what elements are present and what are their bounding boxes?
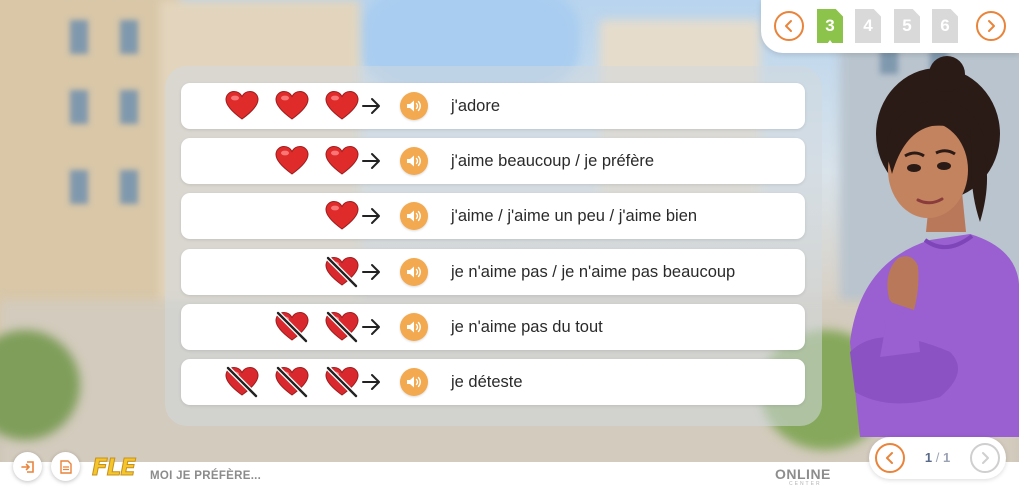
arrow-right-icon <box>361 316 381 338</box>
page-tile-4[interactable]: 4 <box>855 9 881 43</box>
heart-icon <box>275 145 309 177</box>
arrow-right-icon <box>361 150 381 172</box>
page-tile-label: 3 <box>825 16 835 35</box>
heart-rating <box>207 193 359 239</box>
phrase-row: j'adore <box>181 83 805 129</box>
crossed-heart-icon <box>225 365 259 399</box>
exit-icon <box>20 460 34 473</box>
speaker-icon <box>407 155 421 167</box>
phrase-row: je déteste <box>181 359 805 405</box>
next-slide-button[interactable] <box>970 443 1000 473</box>
slide-total: 1 <box>942 450 951 465</box>
slide-navigator: 1 / 1 <box>869 437 1006 479</box>
slide-counter: 1 / 1 <box>909 437 966 479</box>
previous-slide-button[interactable] <box>875 443 905 473</box>
speaker-icon <box>407 376 421 388</box>
play-audio-button[interactable] <box>400 368 428 396</box>
crossed-heart-icon <box>325 310 359 344</box>
phrase-text: j'aime beaucoup / je préfère <box>451 152 655 170</box>
chevron-right-icon <box>982 452 989 464</box>
heart-rating <box>207 304 359 350</box>
brand-name: ONLINE <box>775 466 831 482</box>
vocabulary-panel: j'adore j'aime beaucoup / je préfère j'a… <box>165 66 822 426</box>
chevron-left-icon <box>886 452 893 464</box>
slide-current: 1 <box>924 450 933 465</box>
crossed-heart-icon <box>325 255 359 289</box>
page-tile-5[interactable]: 5 <box>894 9 920 43</box>
arrow-right-icon <box>361 261 381 283</box>
play-audio-button[interactable] <box>400 258 428 286</box>
crossed-heart-icon <box>325 365 359 399</box>
page-navigator: 3 4 5 6 <box>761 0 1019 53</box>
slide-separator: / <box>935 450 940 465</box>
heart-icon <box>275 90 309 122</box>
chevron-right-icon <box>988 20 995 32</box>
crossed-heart-icon <box>275 365 309 399</box>
play-audio-button[interactable] <box>400 147 428 175</box>
phrase-text: j'adore <box>451 97 501 115</box>
document-icon <box>59 459 72 474</box>
heart-icon <box>325 145 359 177</box>
phrase-row: j'aime beaucoup / je préfère <box>181 138 805 184</box>
arrow-right-icon <box>361 205 381 227</box>
speaker-icon <box>407 321 421 333</box>
page-tile-3[interactable]: 3 <box>817 9 843 43</box>
woman-character-illustration <box>850 56 1019 437</box>
chevron-left-icon <box>785 20 792 32</box>
arrow-right-icon <box>361 95 381 117</box>
fle-logo: FLE <box>91 455 136 482</box>
exit-button[interactable] <box>13 452 42 481</box>
play-audio-button[interactable] <box>400 313 428 341</box>
speaker-icon <box>407 210 421 222</box>
speaker-icon <box>407 266 421 278</box>
page-tile-label: 4 <box>863 16 873 35</box>
arrow-right-icon <box>361 371 381 393</box>
play-audio-button[interactable] <box>400 92 428 120</box>
phrase-row: j'aime / j'aime un peu / j'aime bien <box>181 193 805 239</box>
heart-rating <box>207 83 359 129</box>
heart-icon <box>325 90 359 122</box>
phrase-text: je déteste <box>451 373 523 391</box>
page-tile-6[interactable]: 6 <box>932 9 958 43</box>
heart-icon <box>325 200 359 232</box>
page-tile-label: 6 <box>940 16 950 35</box>
phrase-row: je n'aime pas du tout <box>181 304 805 350</box>
previous-page-button[interactable] <box>774 11 804 41</box>
heart-rating <box>207 138 359 184</box>
crossed-heart-icon <box>275 310 309 344</box>
document-button[interactable] <box>51 452 80 481</box>
play-audio-button[interactable] <box>400 202 428 230</box>
brand-tagline: CENTER <box>789 481 822 487</box>
heart-rating <box>207 359 359 405</box>
phrase-text: je n'aime pas / je n'aime pas beaucoup <box>451 263 736 281</box>
next-page-button[interactable] <box>976 11 1006 41</box>
phrase-text: j'aime / j'aime un peu / j'aime bien <box>451 207 698 225</box>
heart-icon <box>225 90 259 122</box>
phrase-text: je n'aime pas du tout <box>451 318 603 336</box>
lesson-title: MOI JE PRÉFÈRE... <box>150 470 262 482</box>
speaker-icon <box>407 100 421 112</box>
heart-rating <box>207 249 359 295</box>
online-brand-logo: ONLINE CENTER <box>775 466 831 487</box>
active-page-marker <box>825 40 835 47</box>
page-tile-label: 5 <box>902 16 912 35</box>
phrase-row: je n'aime pas / je n'aime pas beaucoup <box>181 249 805 295</box>
